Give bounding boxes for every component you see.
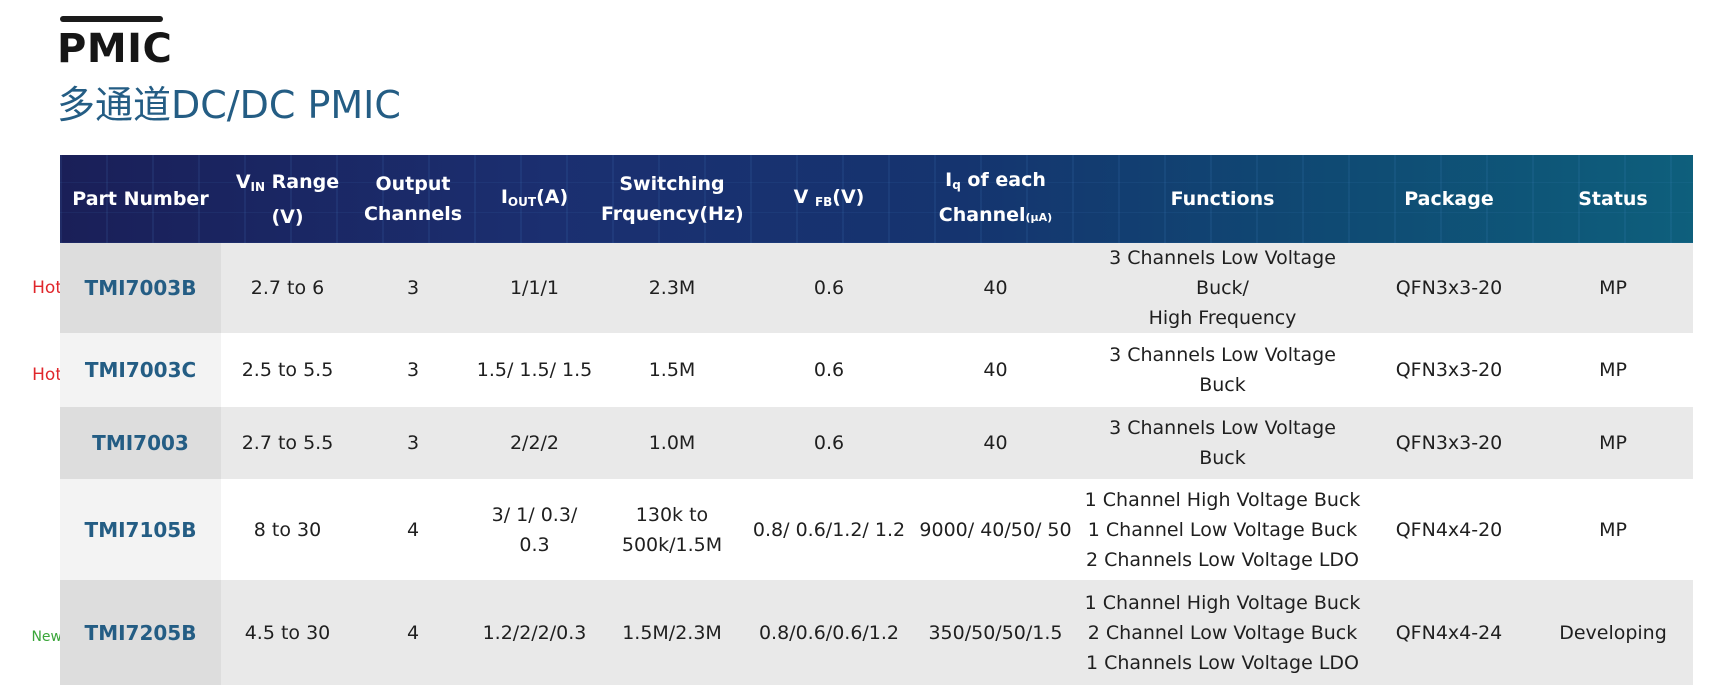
vfb: 0.6 bbox=[747, 407, 911, 479]
switching-frequency: 2.3M bbox=[597, 243, 747, 333]
package: QFN3x3-20 bbox=[1365, 243, 1533, 333]
iq: 40 bbox=[911, 407, 1080, 479]
iout: 3/ 1/ 0.3/ 0.3 bbox=[472, 479, 597, 580]
functions: 3 Channels Low Voltage Buck bbox=[1080, 407, 1365, 479]
vfb: 0.8/ 0.6/1.2/ 1.2 bbox=[747, 479, 911, 580]
iout: 1/1/1 bbox=[472, 243, 597, 333]
header-iout: IOUT(A) bbox=[500, 185, 569, 209]
vin-range: 8 to 30 bbox=[221, 479, 354, 580]
vin-range: 2.7 to 6 bbox=[221, 243, 354, 333]
part-number: TMI7205B bbox=[60, 580, 221, 685]
status: MP bbox=[1533, 479, 1693, 580]
table-header: Part Number VIN Range (V) Output Channel… bbox=[60, 155, 1693, 243]
table-row: TMI7205B 4.5 to 30 4 1.2/2/2/0.3 1.5M/2.… bbox=[60, 580, 1693, 685]
header-package: Package bbox=[1404, 188, 1494, 210]
vin-range: 2.5 to 5.5 bbox=[221, 333, 354, 407]
package: QFN4x4-24 bbox=[1365, 580, 1533, 685]
row-tag-new: New bbox=[31, 629, 62, 645]
functions: 3 Channels Low Voltage Buck bbox=[1080, 333, 1365, 407]
part-number: TMI7105B bbox=[60, 479, 221, 580]
header-vin-range: VIN Range (V) bbox=[235, 170, 340, 228]
switching-frequency: 1.0M bbox=[597, 407, 747, 479]
header-vfb: V FB(V) bbox=[793, 185, 865, 209]
table-row: TMI7003C 2.5 to 5.5 3 1.5/ 1.5/ 1.5 1.5M… bbox=[60, 333, 1693, 407]
switching-frequency: 130k to 500k/1.5M bbox=[597, 479, 747, 580]
table-row: TMI7003 2.7 to 5.5 3 2/2/2 1.0M 0.6 40 3… bbox=[60, 407, 1693, 479]
output-channels: 3 bbox=[354, 243, 472, 333]
table-row: TMI7105B 8 to 30 4 3/ 1/ 0.3/ 0.3 130k t… bbox=[60, 479, 1693, 580]
part-number: TMI7003C bbox=[60, 333, 221, 407]
functions: 3 Channels Low Voltage Buck/High Frequen… bbox=[1080, 243, 1365, 333]
part-number: TMI7003B bbox=[60, 243, 221, 333]
package: QFN4x4-20 bbox=[1365, 479, 1533, 580]
page-title: PMIC bbox=[57, 26, 173, 72]
header-status: Status bbox=[1578, 188, 1648, 210]
header-functions: Functions bbox=[1170, 188, 1275, 210]
status: MP bbox=[1533, 333, 1693, 407]
iout: 1.5/ 1.5/ 1.5 bbox=[472, 333, 597, 407]
switching-frequency: 1.5M bbox=[597, 333, 747, 407]
functions: 1 Channel High Voltage Buck 1 Channel Low… bbox=[1080, 479, 1365, 580]
title-accent-bar bbox=[60, 16, 163, 22]
output-channels: 3 bbox=[354, 407, 472, 479]
vin-range: 4.5 to 30 bbox=[221, 580, 354, 685]
page-subtitle: 多通道DC/DC PMIC bbox=[57, 83, 401, 127]
output-channels: 4 bbox=[354, 479, 472, 580]
package: QFN3x3-20 bbox=[1365, 407, 1533, 479]
row-tag-hot: Hot bbox=[32, 365, 62, 385]
vfb: 0.6 bbox=[747, 243, 911, 333]
header-part-number: Part Number bbox=[72, 188, 209, 210]
header-output-channels: Output Channels bbox=[363, 173, 463, 225]
row-tag-hot: Hot bbox=[32, 278, 62, 298]
iout: 1.2/2/2/0.3 bbox=[472, 580, 597, 685]
iq: 350/50/50/1.5 bbox=[911, 580, 1080, 685]
status: MP bbox=[1533, 407, 1693, 479]
vfb: 0.8/0.6/0.6/1.2 bbox=[747, 580, 911, 685]
vin-range: 2.7 to 5.5 bbox=[221, 407, 354, 479]
header-switching-frequency: Switching Frquency(Hz) bbox=[601, 173, 744, 225]
product-table: Part Number VIN Range (V) Output Channel… bbox=[60, 155, 1693, 685]
part-number: TMI7003 bbox=[60, 407, 221, 479]
iout: 2/2/2 bbox=[472, 407, 597, 479]
status: MP bbox=[1533, 243, 1693, 333]
vfb: 0.6 bbox=[747, 333, 911, 407]
iq: 40 bbox=[911, 243, 1080, 333]
status: Developing bbox=[1533, 580, 1693, 685]
iq: 9000/ 40/50/ 50 bbox=[911, 479, 1080, 580]
iq: 40 bbox=[911, 333, 1080, 407]
functions: 1 Channel High Voltage Buck 2 Channel Low… bbox=[1080, 580, 1365, 685]
output-channels: 4 bbox=[354, 580, 472, 685]
table-row: TMI7003B 2.7 to 6 3 1/1/1 2.3M 0.6 40 3 … bbox=[60, 243, 1693, 333]
header-iq: Iq of each Channel(μA) bbox=[938, 169, 1053, 226]
package: QFN3x3-20 bbox=[1365, 333, 1533, 407]
switching-frequency: 1.5M/2.3M bbox=[597, 580, 747, 685]
output-channels: 3 bbox=[354, 333, 472, 407]
